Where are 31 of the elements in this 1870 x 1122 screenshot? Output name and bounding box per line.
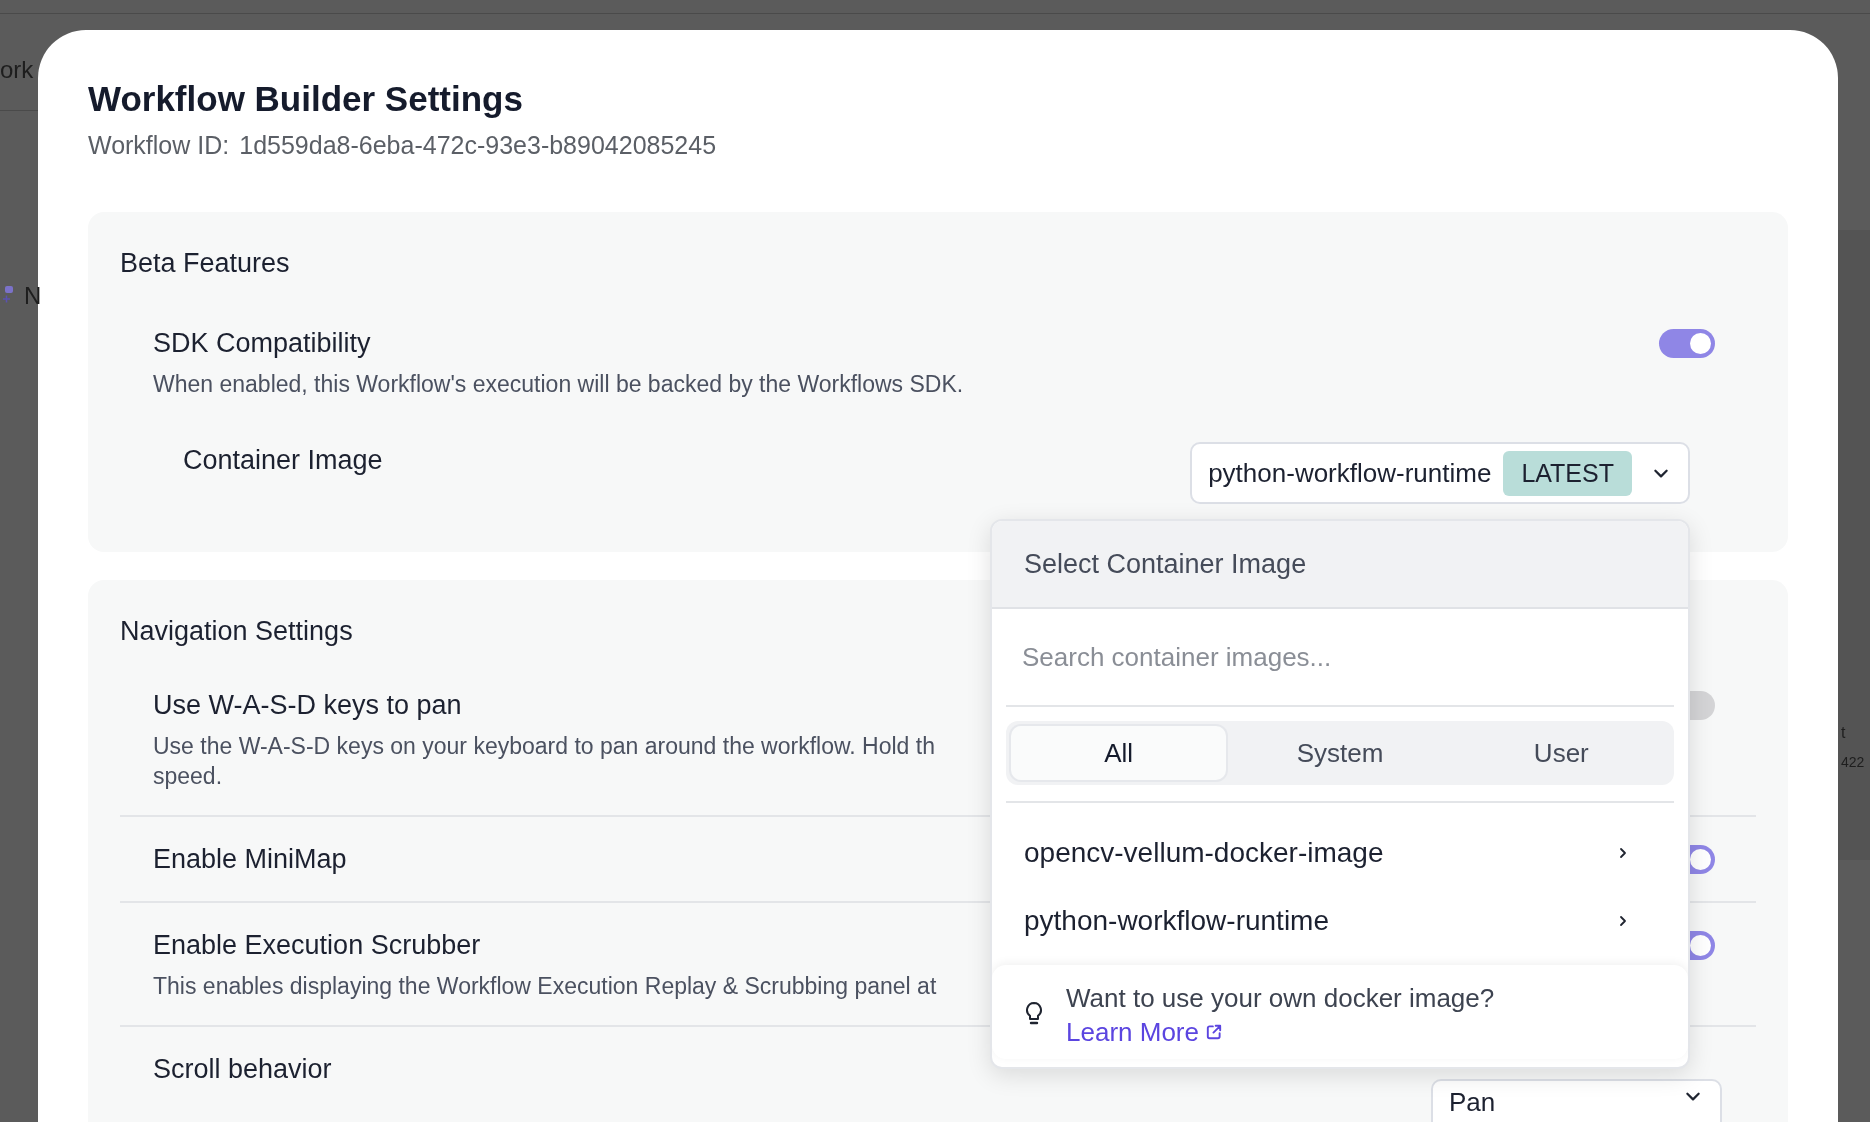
setting-label: Container Image [183,444,383,477]
setting-label: Enable MiniMap [153,843,347,876]
tip-text: Want to use your own docker image? [1066,982,1495,1015]
select-dropdown[interactable]: python-workflow-runtime LATEST [1190,442,1690,504]
filter-tab[interactable]: System [1232,726,1448,780]
setting-label: SDK Compatibility [153,327,372,360]
setting-description: This enables displaying the Workflow Execution Replay & Scrubbing panel at [153,972,937,1001]
node-icon [2,285,14,305]
selected-value: Pan [1449,1087,1496,1118]
setting-label: Scroll behavior [153,1053,332,1086]
setting-label: Enable Execution Scrubber [153,929,482,962]
external-link-icon [1204,1023,1223,1041]
selected-value: python-workflow-runtime [1208,457,1492,489]
setting-description: When enabled, this Workflow's execution will be backed by the Workflows SDK. [153,370,964,399]
toggle-switch[interactable] [1659,329,1715,358]
popover-title: Select Container Image [1024,548,1307,580]
version-badge: LATEST [1503,450,1632,496]
workflow-id-label: Workflow ID: [88,130,230,160]
setting-label: Use W-A-S-D keys to pan [153,689,463,722]
dialog-title: Workflow Builder Settings [88,78,524,120]
select-dropdown[interactable]: Pan [1431,1079,1722,1122]
section-title: Navigation Settings [120,616,354,646]
background-text: ork [0,56,34,84]
chevron-right-icon [1618,913,1628,929]
workflow-id: 1d559da8-6eba-472c-93e3-b89042085245 [239,130,717,160]
chevron-right-icon [1618,845,1628,861]
filter-tab[interactable]: All [1011,726,1227,780]
section-title: Beta Features [120,248,291,278]
filter-tab[interactable]: User [1453,726,1669,780]
setting-description: Use the W-A-S-D keys on your keyboard to pan around the workflow. Hold th speed. [153,732,935,791]
learn-more-link[interactable]: Learn More [1066,1015,1223,1049]
